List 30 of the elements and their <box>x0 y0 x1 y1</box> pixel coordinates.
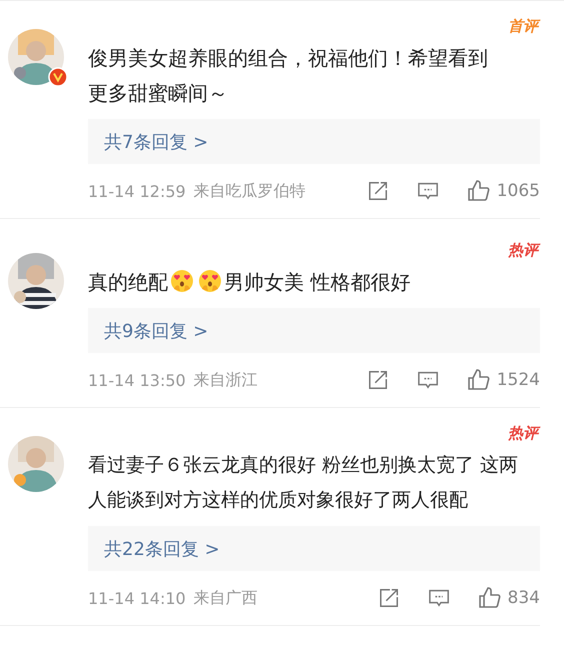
comment-source: 来自吃瓜罗伯特 <box>194 180 306 202</box>
comment-source: 来自浙江 <box>194 370 258 390</box>
comment-source: 来自广西 <box>194 588 258 608</box>
like-count: 1524 <box>496 370 540 390</box>
comment-label: 热评 <box>508 424 538 442</box>
comment-icon[interactable] <box>428 587 450 609</box>
thumbs-up-icon[interactable] <box>466 179 491 203</box>
share-icon[interactable] <box>378 587 400 609</box>
thumbs-up-icon[interactable] <box>478 586 502 610</box>
replies-button[interactable]: 共9条回复 > <box>88 308 540 353</box>
heart-eyes-emoji-icon <box>170 269 194 293</box>
comment-text: 俊男美女超养眼的组合，祝福他们！希望看到更多甜蜜瞬间～ <box>88 46 488 105</box>
comment-label: 首评 <box>508 16 538 36</box>
like-count: 1065 <box>496 181 540 201</box>
comment-text: 真的绝配 <box>88 270 168 294</box>
comment-time: 11-14 12:59 <box>88 182 186 200</box>
comment-text: 看过妻子６张云龙真的很好 粉丝也别换太宽了 这两人能谈到对方这样的优质对象很好了两人很配 <box>88 454 518 511</box>
heart-eyes-emoji-icon <box>198 269 222 293</box>
comment-time: 11-14 13:50 <box>88 370 186 390</box>
like-count: 834 <box>508 588 540 608</box>
comment-icon[interactable] <box>416 180 439 202</box>
replies-button[interactable]: 共22条回复 > <box>88 526 540 571</box>
replies-button[interactable]: 共7条回复 > <box>88 119 540 164</box>
share-icon[interactable] <box>366 180 389 202</box>
comment-time: 11-14 14:10 <box>88 588 186 608</box>
comment-text: 男帅女美 性格都很好 <box>224 270 410 294</box>
comment-label: 热评 <box>508 240 538 260</box>
comment-icon[interactable] <box>416 369 439 391</box>
thumbs-up-icon[interactable] <box>466 368 491 392</box>
share-icon[interactable] <box>366 369 389 391</box>
